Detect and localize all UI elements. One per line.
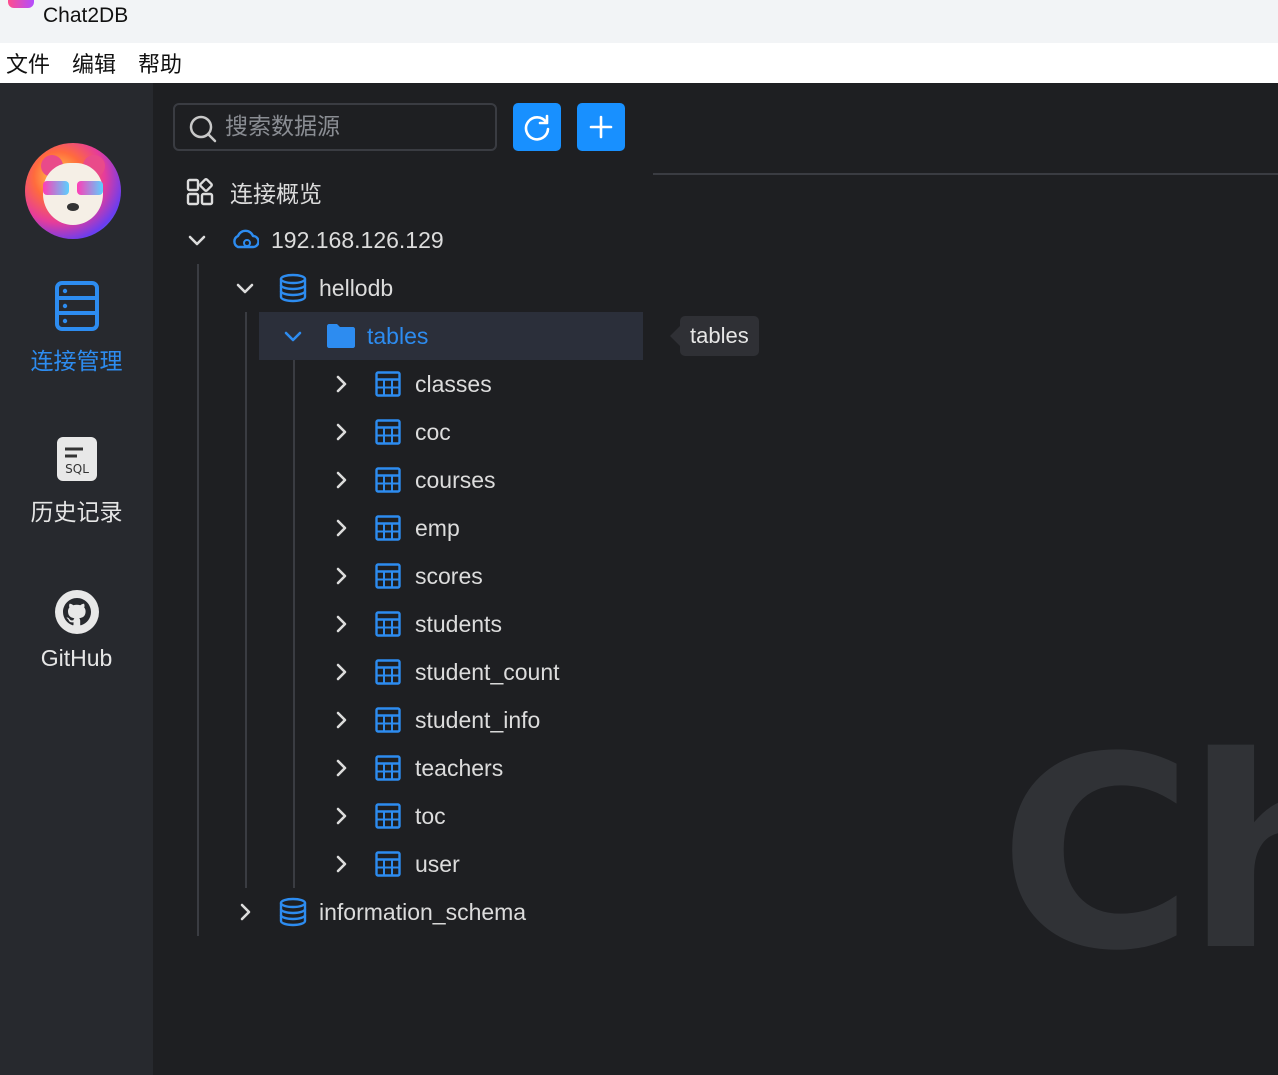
table-row[interactable]: emp (153, 504, 633, 552)
database-label: information_schema (319, 898, 527, 925)
table-name: toc (415, 802, 446, 829)
tables-folder-label: tables (367, 322, 429, 349)
search-box[interactable] (173, 103, 497, 151)
chevron-right-icon[interactable] (331, 422, 351, 442)
chevron-down-icon[interactable] (187, 230, 207, 250)
github-icon (54, 590, 99, 634)
menu-file[interactable]: 文件 (6, 47, 50, 79)
overview-label: 连接概览 (230, 182, 322, 208)
table-row[interactable]: student_count (153, 648, 633, 696)
cloud-connection-icon (233, 229, 259, 249)
search-icon (189, 115, 217, 143)
table-row[interactable]: student_info (153, 696, 633, 744)
table-row[interactable]: toc (153, 792, 633, 840)
main-area: Ch (653, 83, 1278, 1075)
table-row[interactable]: coc (153, 408, 633, 456)
chevron-right-icon[interactable] (331, 662, 351, 682)
table-icon (375, 563, 401, 589)
title-bar: Chat2DB (0, 0, 1278, 43)
menu-bar: 文件 编辑 帮助 (0, 43, 1278, 83)
search-input[interactable] (225, 111, 485, 143)
table-icon (375, 371, 401, 397)
table-icon (375, 419, 401, 445)
chevron-right-icon[interactable] (331, 374, 351, 394)
table-name: scores (415, 562, 483, 589)
table-row[interactable]: user (153, 840, 633, 888)
nav-connection-management[interactable]: 连接管理 (0, 280, 153, 376)
tooltip: tables (670, 316, 759, 356)
table-row[interactable]: courses (153, 456, 633, 504)
table-icon (375, 755, 401, 781)
table-row[interactable]: scores (153, 552, 633, 600)
database-icon (279, 273, 307, 303)
folder-icon (327, 324, 355, 348)
chevron-down-icon[interactable] (283, 326, 303, 346)
chevron-right-icon[interactable] (331, 614, 351, 634)
table-icon (375, 707, 401, 733)
nav-github[interactable]: GitHub (0, 589, 153, 672)
table-name: classes (415, 370, 492, 397)
tree-connection-node[interactable]: 192.168.126.129 (153, 216, 633, 264)
table-icon (375, 515, 401, 541)
datasource-panel: 连接概览 192.168.126.129 hellodb (153, 83, 653, 1075)
database-server-icon (54, 281, 99, 331)
chevron-right-icon[interactable] (331, 518, 351, 538)
svg-text:SQL: SQL (65, 462, 89, 476)
left-nav: 连接管理 SQL 历史记录 GitHub (0, 83, 153, 1075)
table-name: emp (415, 514, 460, 541)
table-name: students (415, 610, 502, 637)
tree-database-node[interactable]: hellodb (153, 264, 633, 312)
refresh-button[interactable] (513, 103, 561, 151)
add-datasource-button[interactable] (577, 103, 625, 151)
table-icon (375, 803, 401, 829)
nav-label-history: 历史记录 (30, 500, 123, 526)
table-row[interactable]: classes (153, 360, 633, 408)
chevron-right-icon[interactable] (331, 566, 351, 586)
table-name: student_info (415, 706, 541, 733)
watermark-logo-text: Ch (999, 701, 1278, 1009)
nav-label-connection: 连接管理 (30, 349, 123, 375)
table-icon (375, 851, 401, 877)
chevron-right-icon[interactable] (331, 854, 351, 874)
table-name: student_count (415, 658, 560, 685)
chevron-right-icon[interactable] (331, 470, 351, 490)
chevron-right-icon[interactable] (331, 758, 351, 778)
window-title: Chat2DB (43, 4, 129, 27)
sql-history-icon: SQL (56, 437, 97, 481)
chevron-right-icon[interactable] (235, 902, 255, 922)
database-icon (279, 897, 307, 927)
avatar[interactable] (25, 143, 121, 239)
table-icon (375, 659, 401, 685)
plus-icon (589, 115, 613, 139)
table-icon (375, 467, 401, 493)
table-name: user (415, 850, 460, 877)
chevron-right-icon[interactable] (331, 806, 351, 826)
table-row[interactable]: teachers (153, 744, 633, 792)
chevron-down-icon[interactable] (235, 278, 255, 298)
nav-history[interactable]: SQL 历史记录 (0, 435, 153, 527)
table-name: coc (415, 418, 451, 445)
menu-edit[interactable]: 编辑 (72, 47, 116, 79)
table-row[interactable]: students (153, 600, 633, 648)
app-icon (8, 0, 34, 8)
nav-label-github: GitHub (40, 645, 113, 671)
connection-label: 192.168.126.129 (271, 226, 444, 253)
refresh-icon (524, 114, 550, 141)
table-icon (375, 611, 401, 637)
table-name: courses (415, 466, 496, 493)
grid-overview-icon (186, 178, 214, 206)
table-name: teachers (415, 754, 504, 781)
chevron-right-icon[interactable] (331, 710, 351, 730)
divider (653, 173, 1278, 175)
database-label: hellodb (319, 274, 394, 301)
tree-database-node[interactable]: information_schema (153, 888, 633, 936)
menu-help[interactable]: 帮助 (138, 47, 182, 79)
connection-overview-item[interactable]: 连接概览 (153, 168, 633, 216)
tree-tables-folder[interactable]: tables (259, 312, 643, 360)
